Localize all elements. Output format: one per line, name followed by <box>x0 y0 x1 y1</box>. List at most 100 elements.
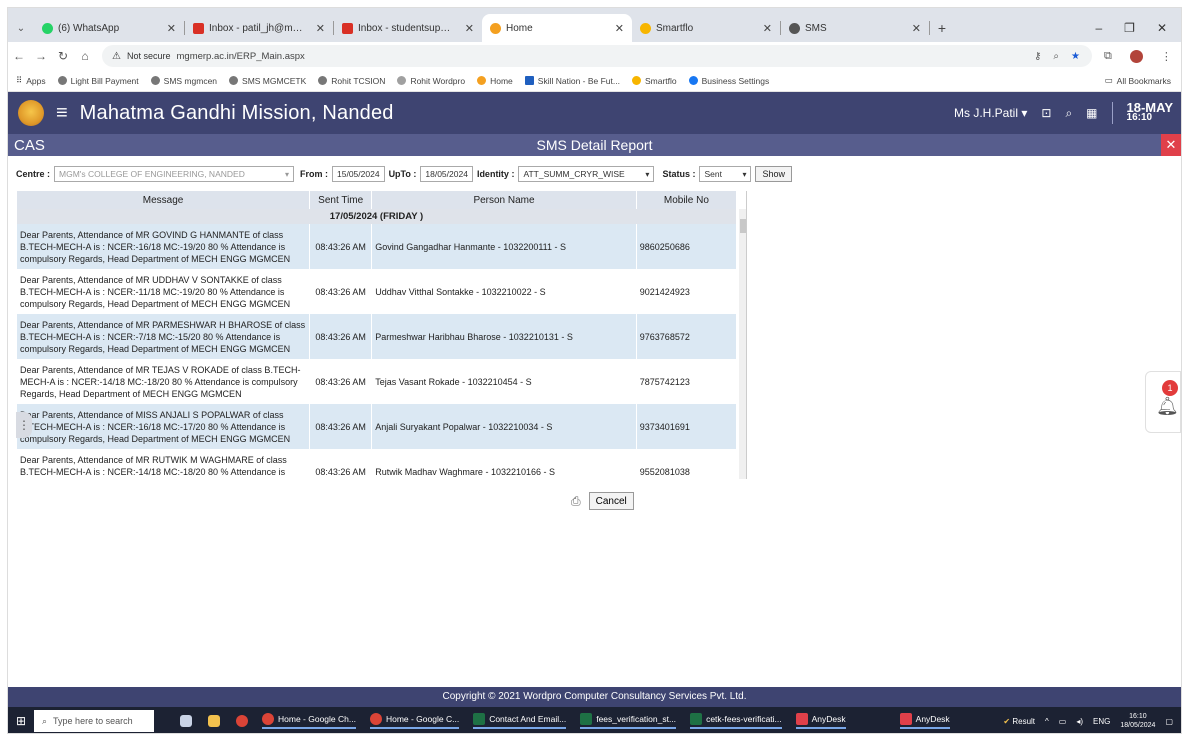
volume-icon[interactable]: ◂) <box>1076 717 1083 726</box>
windows-start-icon[interactable]: ⊞ <box>8 714 34 728</box>
close-window-icon[interactable]: ✕ <box>1157 21 1167 35</box>
taskbar-app-excel-2[interactable]: fees_verification_st... <box>580 713 677 729</box>
notifications-icon[interactable]: ▢ <box>1165 717 1173 726</box>
globe-icon <box>150 76 160 85</box>
close-icon[interactable]: ✕ <box>759 22 772 35</box>
table-row[interactable]: Dear Parents, Attendance of MR GOVIND G … <box>17 224 738 269</box>
filter-bar: Centre : MGM's COLLEGE OF ENGINEERING, N… <box>16 165 792 183</box>
profile-avatar[interactable] <box>1129 49 1143 63</box>
bookmark-sms-mgmcetk[interactable]: SMS MGMCETK <box>229 76 306 86</box>
minimize-icon[interactable]: – <box>1095 21 1102 35</box>
browser-tab-gmail-patil[interactable]: Inbox - patil_jh@mgmcen.ac.in ✕ <box>185 14 333 42</box>
centre-select[interactable]: MGM's COLLEGE OF ENGINEERING, NANDED <box>54 166 295 182</box>
url-field[interactable]: ⚠ Not secure mgmerp.ac.in/ERP_Main.aspx … <box>102 45 1092 67</box>
password-key-icon[interactable]: ⚷ <box>1034 51 1041 62</box>
side-handle-icon[interactable]: ⋮ <box>16 412 32 438</box>
printer-icon[interactable]: ⎙ <box>571 494 581 509</box>
task-view-icon[interactable] <box>180 715 192 727</box>
result-widget[interactable]: ✔ Result <box>1003 717 1035 726</box>
notification-badge: 1 <box>1162 380 1178 396</box>
browser-tab-smartflo[interactable]: Smartflo ✕ <box>632 14 780 42</box>
cancel-button[interactable]: Cancel <box>588 492 634 510</box>
browser-tab-home[interactable]: Home ✕ <box>482 14 632 42</box>
column-header-message[interactable]: Message <box>17 191 311 209</box>
notification-widget[interactable]: 1 🔔︎ <box>1145 371 1181 433</box>
column-header-sent-time[interactable]: Sent Time <box>309 191 373 209</box>
bookmark-star-icon[interactable]: ★ <box>1071 51 1080 62</box>
status-select[interactable]: Sent <box>699 166 752 182</box>
bookmark-smartflo[interactable]: Smartflo <box>631 76 677 86</box>
taskbar-app-anydesk-1[interactable]: AnyDesk <box>795 713 846 729</box>
all-bookmarks[interactable]: ▭ All Bookmarks <box>1105 75 1181 86</box>
person-name-cell: Uddhav Vitthal Sontakke - 1032210022 - S <box>371 269 637 314</box>
url-text[interactable]: mgmerp.ac.in/ERP_Main.aspx <box>177 51 305 62</box>
browser-tab-whatsapp[interactable]: (6) WhatsApp ✕ <box>34 14 184 42</box>
tray-chevron-icon[interactable]: ^ <box>1045 717 1049 726</box>
bookmark-home[interactable]: Home <box>477 76 513 86</box>
table-row[interactable]: Dear Parents, Attendance of MISS ANJALI … <box>17 404 738 449</box>
browser-tab-gmail-support[interactable]: Inbox - studentsupport@mgm ✕ <box>334 14 482 42</box>
close-icon[interactable]: ✕ <box>908 22 921 35</box>
kebab-menu-icon[interactable]: ⋮ <box>1161 50 1172 63</box>
language-indicator[interactable]: ENG <box>1093 717 1110 726</box>
bookmark-rohit-tcsion[interactable]: Rohit TCSION <box>318 76 385 86</box>
taskbar-app-excel-1[interactable]: Contact And Email... <box>473 713 567 729</box>
taskbar-app-anydesk-2[interactable]: AnyDesk <box>899 713 950 729</box>
search-icon: ⌕ <box>42 715 48 726</box>
hamburger-menu-icon[interactable]: ≡ <box>56 102 68 125</box>
wordpro-icon <box>397 76 407 85</box>
bookmark-rohit-wordpro[interactable]: Rohit Wordpro <box>397 76 465 86</box>
extensions-icon[interactable]: ⧉ <box>1104 50 1112 63</box>
globe-icon <box>229 76 239 85</box>
column-header-person-name[interactable]: Person Name <box>371 191 637 209</box>
user-menu[interactable]: Ms J.H.Patil ▾ <box>954 106 1027 120</box>
identity-select[interactable]: ATT_SUMM_CRYR_WISE <box>518 166 655 182</box>
show-button[interactable]: Show <box>755 166 792 182</box>
home-app-icon <box>477 76 487 85</box>
forward-icon[interactable]: → <box>30 49 52 63</box>
new-tab-button[interactable]: + <box>930 14 954 42</box>
network-icon[interactable]: ▭ <box>1059 717 1067 726</box>
scrollbar-thumb[interactable] <box>740 219 746 233</box>
reload-icon[interactable]: ↻ <box>52 49 74 63</box>
close-icon[interactable]: ✕ <box>163 22 176 35</box>
home-icon[interactable]: ⌂ <box>74 49 96 63</box>
restore-icon[interactable]: ❐ <box>1124 21 1135 35</box>
table-row[interactable]: Dear Parents, Attendance of MR RUTWIK M … <box>17 449 738 479</box>
table-row[interactable]: Dear Parents, Attendance of MR PARMESHWA… <box>17 314 738 359</box>
file-explorer-icon[interactable] <box>208 715 220 727</box>
browser-tab-sms[interactable]: SMS ✕ <box>781 14 929 42</box>
bookmark-business-settings[interactable]: Business Settings <box>688 76 769 86</box>
column-header-mobile-no[interactable]: Mobile No <box>636 191 738 209</box>
message-cell: Dear Parents, Attendance of MR RUTWIK M … <box>17 449 311 479</box>
bookmark-apps[interactable]: ⠿ Apps <box>16 75 46 86</box>
table-row[interactable]: Dear Parents, Attendance of MR UDDHAV V … <box>17 269 738 314</box>
from-date-field[interactable]: 15/05/2024 <box>332 166 385 182</box>
home-app-icon <box>490 22 501 34</box>
grid-menu-icon[interactable]: ▦ <box>1086 106 1097 120</box>
security-label[interactable]: Not secure <box>127 51 171 61</box>
close-icon[interactable]: ✕ <box>461 22 474 35</box>
bookmark-light-bill[interactable]: Light Bill Payment <box>57 76 139 86</box>
bookmark-skill-nation[interactable]: Skill Nation - Be Fut... <box>524 76 620 86</box>
warning-icon[interactable]: ⚠ <box>112 51 121 62</box>
taskbar-search[interactable]: ⌕ Type here to search <box>34 710 154 732</box>
taskbar-app-chrome-2[interactable]: Home - Google C... <box>369 713 460 729</box>
close-icon[interactable]: ✕ <box>611 22 624 35</box>
search-icon[interactable]: ⌕ <box>1065 106 1072 121</box>
zoom-icon[interactable]: ⌕ <box>1053 51 1059 62</box>
close-icon[interactable]: ✕ <box>312 22 325 35</box>
taskbar-app-excel-3[interactable]: cetk-fees-verificati... <box>690 713 782 729</box>
inbox-icon[interactable]: ⊡ <box>1041 106 1051 120</box>
back-icon[interactable]: ← <box>8 49 30 63</box>
close-report-button[interactable]: ✕ <box>1161 134 1181 156</box>
chrome-icon[interactable] <box>236 715 248 727</box>
table-row[interactable]: Dear Parents, Attendance of MR TEJAS V R… <box>17 359 738 404</box>
taskbar-app-chrome-1[interactable]: Home - Google Ch... <box>262 713 356 729</box>
taskbar-clock[interactable]: 16:10 18/05/2024 <box>1120 712 1155 730</box>
upto-date-field[interactable]: 18/05/2024 <box>420 166 473 182</box>
table-scrollbar[interactable] <box>739 209 746 479</box>
tab-search-icon[interactable]: ⌄ <box>8 14 34 42</box>
mobile-no-cell: 7875742123 <box>636 359 738 404</box>
bookmark-sms-mgmcen[interactable]: SMS mgmcen <box>150 76 217 86</box>
